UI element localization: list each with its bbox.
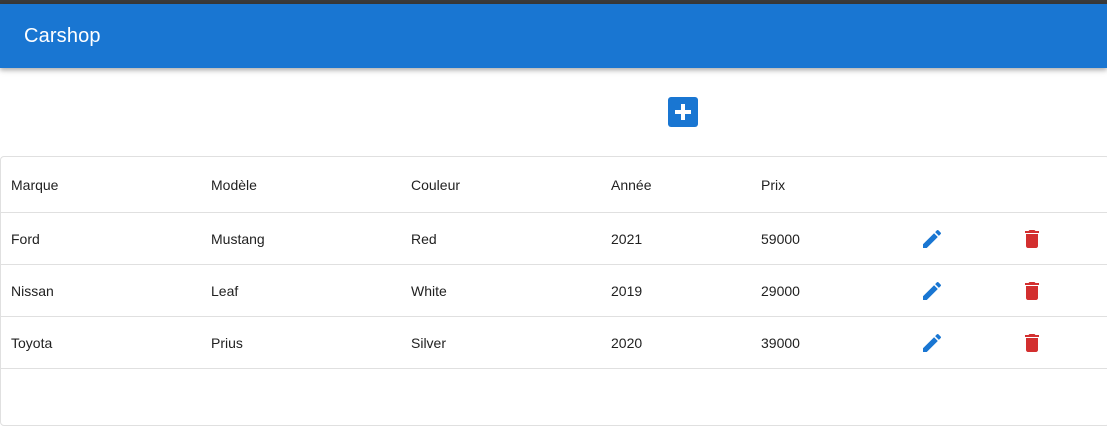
edit-button[interactable] — [919, 278, 945, 304]
cell-year: 2019 — [611, 282, 643, 299]
trash-icon — [1025, 229, 1039, 248]
table-header-row: Marque Modèle Couleur Année Prix — [1, 157, 1107, 213]
add-car-button[interactable] — [668, 97, 698, 127]
cell-model: Prius — [211, 334, 243, 351]
cell-color: White — [411, 282, 447, 299]
cell-model: Mustang — [211, 230, 265, 247]
plus-icon — [675, 104, 691, 120]
pencil-icon — [923, 333, 942, 352]
table-row[interactable]: Toyota Prius Silver 2020 39000 — [1, 317, 1107, 369]
pencil-icon — [923, 281, 942, 300]
cell-price: 29000 — [761, 282, 800, 299]
cell-brand: Nissan — [11, 282, 54, 299]
cell-brand: Ford — [11, 230, 40, 247]
cell-color: Silver — [411, 334, 447, 351]
cell-year: 2021 — [611, 230, 643, 247]
column-header-marque[interactable]: Marque — [11, 157, 58, 212]
cell-year: 2020 — [611, 334, 643, 351]
cell-brand: Toyota — [11, 334, 53, 351]
pencil-icon — [923, 229, 942, 248]
table-row[interactable]: Ford Mustang Red 2021 59000 — [1, 213, 1107, 265]
cell-price: 39000 — [761, 334, 800, 351]
app-bar: Carshop — [0, 4, 1107, 68]
column-header-annee[interactable]: Année — [611, 157, 651, 212]
cell-color: Red — [411, 230, 437, 247]
column-header-prix[interactable]: Prix — [761, 157, 785, 212]
car-data-grid: Marque Modèle Couleur Année Prix Ford Mu… — [0, 156, 1107, 426]
delete-button[interactable] — [1019, 330, 1045, 356]
table-row[interactable]: Nissan Leaf White 2019 29000 — [1, 265, 1107, 317]
delete-button[interactable] — [1019, 278, 1045, 304]
trash-icon — [1025, 281, 1039, 300]
delete-button[interactable] — [1019, 226, 1045, 252]
edit-button[interactable] — [919, 330, 945, 356]
column-header-modele[interactable]: Modèle — [211, 157, 257, 212]
cell-model: Leaf — [211, 282, 239, 299]
app-title: Carshop — [24, 24, 101, 47]
edit-button[interactable] — [919, 226, 945, 252]
trash-icon — [1025, 333, 1039, 352]
cell-price: 59000 — [761, 230, 800, 247]
column-header-couleur[interactable]: Couleur — [411, 157, 460, 212]
